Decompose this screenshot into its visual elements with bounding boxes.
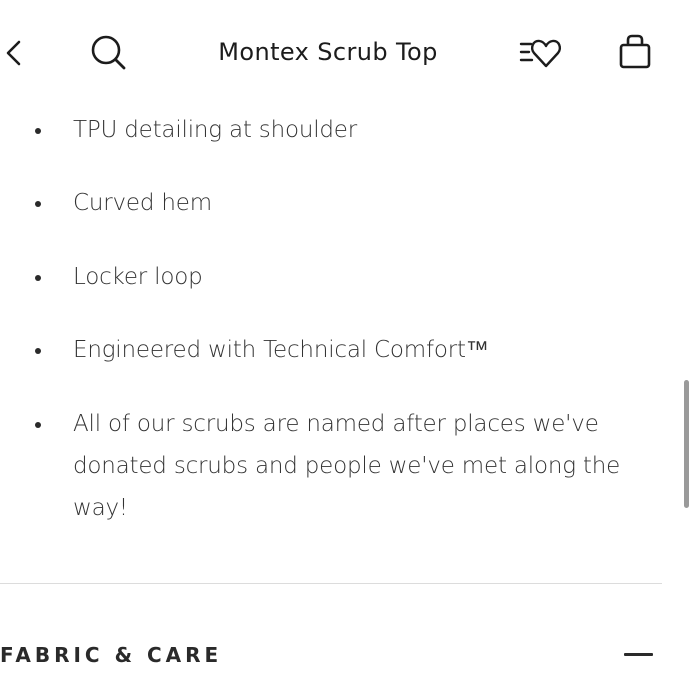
search-icon	[91, 35, 126, 70]
feature-text: Curved hem	[73, 190, 212, 216]
bullet-icon	[35, 128, 41, 134]
chevron-left-icon	[6, 40, 21, 66]
shopping-bag-button[interactable]	[614, 32, 656, 72]
scrollbar[interactable]	[684, 380, 689, 508]
top-nav-bar: Montex Scrub Top	[0, 0, 689, 104]
fabric-care-heading[interactable]: FABRIC & CARE	[0, 641, 222, 669]
search-button[interactable]	[88, 32, 128, 72]
bullet-icon	[35, 201, 41, 207]
shopping-bag-icon	[619, 34, 651, 69]
collapse-section-button[interactable]	[624, 642, 654, 668]
bullet-icon	[35, 275, 41, 281]
heart-list-icon	[519, 39, 561, 68]
back-button[interactable]	[2, 36, 30, 70]
section-divider	[0, 583, 662, 584]
minus-icon	[624, 653, 653, 656]
feature-text: Engineered with Technical Comfort™	[73, 337, 489, 363]
feature-text: All of our scrubs are named after places…	[73, 411, 621, 521]
wishlist-button[interactable]	[518, 34, 564, 72]
page-title: Montex Scrub Top	[218, 38, 438, 66]
bullet-icon	[35, 348, 41, 354]
bullet-icon	[35, 422, 41, 428]
feature-text: TPU detailing at shoulder	[73, 117, 358, 143]
feature-text: Locker loop	[73, 264, 203, 290]
